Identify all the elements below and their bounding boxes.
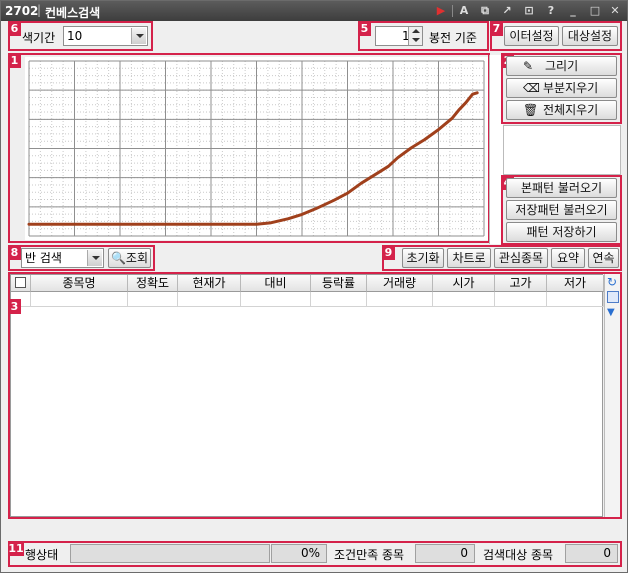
table-side-toolbar: ↻ ▼ bbox=[604, 274, 620, 517]
screen-id: 2702 bbox=[5, 4, 39, 18]
continuous-button[interactable]: 연속 bbox=[588, 248, 619, 268]
draw-label: 그리기 bbox=[545, 59, 579, 73]
table-cell bbox=[128, 292, 178, 307]
table-cell bbox=[31, 292, 128, 307]
col-volume[interactable]: 거래량 bbox=[367, 275, 433, 292]
reset-button[interactable]: 초기화 bbox=[402, 248, 444, 268]
target-settings-button[interactable]: 대상설정 bbox=[562, 26, 618, 46]
period-label: 색기간 bbox=[22, 31, 56, 45]
summary-button[interactable]: 요약 bbox=[551, 248, 585, 268]
progress-label: 행상태 bbox=[25, 548, 59, 562]
to-chart-button[interactable]: 차트로 bbox=[447, 248, 491, 268]
drawn-pattern-line[interactable] bbox=[27, 91, 479, 226]
pencil-icon: ✎ bbox=[523, 59, 534, 73]
erase-all-label: 전체지우기 bbox=[543, 103, 599, 117]
badge-results: 3 bbox=[8, 299, 21, 314]
trash-icon: 🗑 bbox=[523, 103, 539, 117]
pin-icon[interactable]: ↗ bbox=[500, 4, 514, 18]
search-mode-select[interactable]: 반 검색 bbox=[21, 248, 104, 268]
partial-erase-button[interactable]: ⌫ 부분지우기 bbox=[506, 78, 617, 98]
table-cell bbox=[311, 292, 367, 307]
table-cell bbox=[178, 292, 241, 307]
arrow-up-icon[interactable] bbox=[412, 29, 420, 33]
watchlist-button[interactable]: 관심종목 bbox=[494, 248, 548, 268]
erase-all-button[interactable]: 🗑 전체지우기 bbox=[506, 100, 617, 120]
load-saved-pattern-button[interactable]: 저장패턴 불러오기 bbox=[506, 200, 617, 220]
col-name[interactable]: 종목명 bbox=[31, 275, 128, 292]
save-pattern-button[interactable]: 패턴 저장하기 bbox=[506, 222, 617, 242]
select-all-checkbox[interactable] bbox=[15, 277, 26, 288]
title-divider bbox=[452, 5, 453, 17]
title-separator: | bbox=[37, 3, 42, 17]
col-open[interactable]: 시가 bbox=[433, 275, 495, 292]
results-table: 종목명 정확도 현재가 대비 등락률 거래량 시가 고가 저가 bbox=[10, 274, 604, 517]
chevron-down-icon[interactable] bbox=[87, 250, 102, 266]
col-change-rate[interactable]: 등락률 bbox=[311, 275, 367, 292]
play-icon[interactable]: ▶ bbox=[434, 4, 448, 18]
table-cell bbox=[547, 292, 604, 307]
stepper-arrows[interactable] bbox=[408, 27, 422, 45]
badge-search-mode: 8 bbox=[8, 245, 21, 260]
conversion-search-window: 2702 | 컨베스검색 ▶ A ⧉ ↗ ⊡ ? _ □ ✕ 6 색기간 10 … bbox=[0, 0, 628, 573]
progress-bar bbox=[70, 544, 270, 563]
badge-chart: 1 bbox=[8, 53, 21, 68]
scroll-down-icon[interactable]: ▼ bbox=[607, 307, 615, 318]
period-value: 10 bbox=[67, 29, 83, 43]
badge-settings: 7 bbox=[490, 21, 503, 36]
pattern-canvas[interactable] bbox=[25, 57, 488, 240]
refresh-icon[interactable]: ↻ bbox=[607, 275, 617, 289]
font-icon[interactable]: A bbox=[457, 4, 471, 18]
target-label: 검색대상 종목 bbox=[483, 548, 554, 562]
col-accuracy[interactable]: 정확도 bbox=[128, 275, 178, 292]
eraser-icon: ⌫ bbox=[523, 81, 540, 95]
link-icon[interactable]: ⧉ bbox=[478, 4, 492, 18]
partial-erase-label: 부분지우기 bbox=[543, 81, 599, 95]
draw-button[interactable]: ✎ 그리기 bbox=[506, 56, 617, 76]
tools-blank-area bbox=[503, 125, 621, 175]
col-price[interactable]: 현재가 bbox=[178, 275, 241, 292]
window-title: 컨베스검색 bbox=[45, 6, 101, 20]
progress-percent: 0% bbox=[271, 544, 327, 563]
badge-candle-basis: 5 bbox=[358, 21, 371, 36]
matched-label: 조건만족 종목 bbox=[334, 548, 405, 562]
chevron-down-icon[interactable] bbox=[131, 28, 146, 44]
select-all-header bbox=[11, 275, 31, 292]
col-low[interactable]: 저가 bbox=[547, 275, 604, 292]
load-basic-pattern-button[interactable]: 본패턴 불러오기 bbox=[506, 178, 617, 198]
table-cell bbox=[367, 292, 433, 307]
data-settings-button[interactable]: 이터설정 bbox=[504, 26, 559, 46]
query-button[interactable]: 🔍조회 bbox=[108, 248, 151, 268]
title-bar: 2702 | 컨베스검색 ▶ A ⧉ ↗ ⊡ ? _ □ ✕ bbox=[1, 1, 627, 21]
maximize-icon[interactable]: □ bbox=[588, 4, 602, 18]
target-count: 0 bbox=[565, 544, 618, 563]
minimize-icon[interactable]: _ bbox=[566, 4, 580, 18]
export-icon[interactable] bbox=[607, 291, 619, 303]
matched-count: 0 bbox=[415, 544, 475, 563]
arrow-down-icon[interactable] bbox=[412, 38, 420, 42]
close-icon[interactable]: ✕ bbox=[608, 4, 622, 18]
badge-actions: 9 bbox=[382, 245, 395, 260]
col-change[interactable]: 대비 bbox=[241, 275, 311, 292]
table-cell bbox=[241, 292, 311, 307]
period-select[interactable]: 10 bbox=[63, 26, 148, 46]
search-icon: 🔍 bbox=[110, 251, 126, 265]
badge-period: 6 bbox=[8, 21, 21, 36]
search-mode-value: 반 검색 bbox=[25, 251, 62, 265]
query-label: 조회 bbox=[125, 251, 149, 265]
copy-icon[interactable]: ⊡ bbox=[522, 4, 536, 18]
badge-status: 11 bbox=[8, 541, 24, 556]
help-icon[interactable]: ? bbox=[544, 4, 558, 18]
col-high[interactable]: 고가 bbox=[495, 275, 547, 292]
table-cell bbox=[433, 292, 495, 307]
candle-label: 봉전 기준 bbox=[429, 31, 477, 45]
pattern-chart[interactable] bbox=[25, 57, 488, 240]
table-cell bbox=[495, 292, 547, 307]
